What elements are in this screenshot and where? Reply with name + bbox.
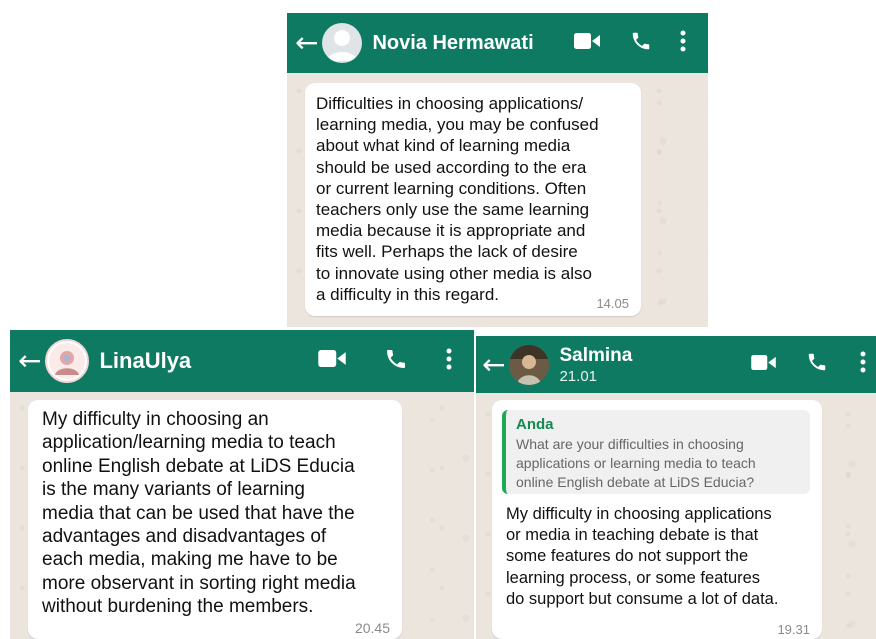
video-call-icon[interactable] [751, 354, 776, 376]
message-bubble-received[interactable]: My difficulty in choosing an application… [28, 400, 402, 639]
message-bubble-received[interactable]: Anda What are your difficulties in choos… [492, 400, 822, 639]
chat-header: ← Salmina 21.01 [476, 336, 876, 393]
message-text: My difficulty in choosing applications o… [506, 505, 779, 608]
contact-avatar[interactable] [509, 344, 550, 385]
phone-call-icon[interactable] [806, 351, 828, 378]
back-arrow-icon[interactable]: ← [18, 347, 41, 375]
message-text: Difficulties in choosing applications/ l… [316, 94, 599, 304]
quoted-author: Anda [516, 416, 554, 433]
message-timestamp: 19.31 [777, 622, 810, 637]
contact-avatar[interactable] [45, 339, 90, 383]
quoted-text: What are your difficulties in choosing a… [516, 436, 756, 490]
contact-info[interactable]: Salmina 21.01 [559, 345, 751, 385]
phone-call-icon[interactable] [384, 347, 408, 376]
more-vertical-icon[interactable] [860, 351, 866, 378]
chat-panel-linaulya: ← LinaUlya My difficulty in choosing an … [10, 330, 474, 639]
chat-panel-salmina: ← Salmina 21.01 Anda What are your diffi… [476, 336, 876, 639]
video-call-icon[interactable] [318, 349, 346, 373]
chat-header: ← LinaUlya [10, 330, 474, 392]
chat-header: ← Novia Hermawati [287, 13, 708, 73]
quoted-message[interactable]: Anda What are your difficulties in choos… [502, 410, 810, 494]
message-bubble-received[interactable]: Difficulties in choosing applications/ l… [305, 83, 641, 316]
profile-photo-icon [509, 344, 550, 385]
last-seen-text: 21.01 [559, 367, 598, 385]
contact-name: LinaUlya [99, 348, 192, 373]
message-timestamp: 20.45 [354, 620, 390, 636]
more-vertical-icon[interactable] [446, 347, 452, 376]
default-person-icon [327, 30, 358, 61]
contact-info[interactable]: LinaUlya [99, 348, 318, 374]
more-vertical-icon[interactable] [680, 30, 686, 57]
video-call-icon[interactable] [574, 32, 600, 55]
back-arrow-icon[interactable]: ← [295, 29, 318, 57]
chat-panel-novia: ← Novia Hermawati Difficulties in choosi… [287, 13, 708, 327]
message-text: My difficulty in choosing an application… [42, 409, 356, 618]
contact-info[interactable]: Novia Hermawati [372, 32, 574, 55]
contact-name: Salmina [559, 344, 633, 366]
contact-name: Novia Hermawati [372, 31, 534, 54]
profile-photo-icon [49, 343, 86, 379]
back-arrow-icon[interactable]: ← [482, 350, 505, 379]
phone-call-icon[interactable] [630, 30, 652, 57]
message-timestamp: 14.05 [596, 296, 629, 311]
contact-avatar[interactable] [322, 23, 363, 63]
